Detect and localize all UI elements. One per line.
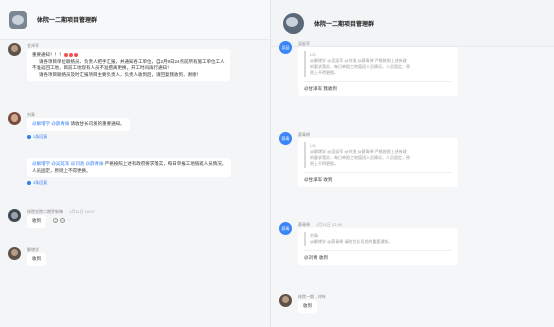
avatar[interactable] xyxy=(8,112,21,125)
notice-title: 重要通知 xyxy=(32,52,50,57)
message: 刘青 @解增学 @薛青倬 请收甘长司发的重要通知。 1条回复 xyxy=(8,112,260,140)
reply-card[interactable]: LG: @解增学 @吴延军 @刘池 @薛青倬 严格按照上述有政 府要求落实，每日… xyxy=(298,47,458,96)
message-bubble[interactable]: 重要通知！！！ 请各项目单位联络员、负责人把手汇报，并通知各工单位，自2月9日2… xyxy=(27,49,230,81)
mention[interactable]: @解增学 @薛青倬 xyxy=(32,121,69,126)
notice-line: 请各项目联络员及时汇报项目主要负责人，负责人收到后，请回复我收到，谢谢！ xyxy=(39,71,201,77)
message-bubble[interactable]: @解增学 @吴延军 @刘池 @薛青倬 严格按照上述有政府要求落实，每日单报工地值… xyxy=(27,158,232,177)
avatar[interactable] xyxy=(8,209,21,222)
reply-count-label: 3条回复 xyxy=(33,180,48,185)
chat-header: 群 体院一二期项目管理群 xyxy=(271,0,554,47)
chat-title: 体院一二期项目管理群 xyxy=(314,21,375,28)
emoji-react-icon[interactable]: ☺ xyxy=(53,218,59,224)
forward-icon[interactable]: + xyxy=(60,218,66,224)
message-text: 收到 xyxy=(32,256,41,261)
alarm-emoji-icon xyxy=(68,52,73,57)
left-chat-panel: 体院一二期项目管理群 甘泽军 重要通知！！！ 请各项目单位联络员、负责人把手汇报… xyxy=(0,0,271,327)
reply-count[interactable]: 1条回复 xyxy=(27,134,260,140)
timestamp: 1月31日 12:48 xyxy=(316,222,342,227)
quote-mentions: @解增学 @吴延军 @刘池 @薛青倬 xyxy=(310,149,374,154)
chat-title: 体院一二期项目管理群 xyxy=(37,18,98,24)
sender-name: 体院光院二期罗新锋 1月31日 10:07 xyxy=(27,209,260,215)
avatar[interactable]: 吴延 xyxy=(279,41,292,54)
message-bubble[interactable]: 收到 xyxy=(27,215,46,228)
group-avatar[interactable]: 群 xyxy=(283,12,304,34)
sender-label: 薛青倬 xyxy=(298,222,310,227)
reply-card[interactable]: LG: @解增学 @吴延军 @刘池 @薛青倬 严格按照上述有政 府要求落实，每日… xyxy=(298,138,458,187)
reply-count-label: 1条回复 xyxy=(33,133,48,139)
message-text: 收到 xyxy=(32,218,41,223)
group-avatar[interactable] xyxy=(9,10,27,29)
sender-label: 体院光院二期罗新锋 xyxy=(27,209,63,214)
quote-text: 请收甘长司发的重要通知。 xyxy=(344,239,393,244)
avatar[interactable]: 薛青 xyxy=(279,132,292,145)
message-actions: ☺ + ··· xyxy=(51,218,70,224)
message-text: 严格按照上述有政府要求落实，每日单报工地值班人员情况， xyxy=(104,161,227,166)
message-text: 请收甘长司发的重要通知。 xyxy=(70,121,125,126)
quoted-message[interactable]: LG: @解增学 @吴延军 @刘池 @薛青倬 严格按照上述有政 府要求落实，每日… xyxy=(304,51,452,77)
message-bubble[interactable]: @解增学 @薛青倬 请收甘长司发的重要通知。 xyxy=(27,118,130,131)
message: 甘泽军 重要通知！！！ 请各项目单位联络员、负责人把手汇报，并通知各工单位，自2… xyxy=(8,43,260,81)
mention[interactable]: @解增学 @吴延军 @刘池 @薛青倬 xyxy=(32,161,104,166)
alarm-emoji-icon xyxy=(73,52,78,57)
timestamp: 1月31日 10:07 xyxy=(69,209,95,214)
quote-text: 严格按照上述有政 xyxy=(374,149,407,154)
message: 体院光院二期罗新锋 1月31日 10:07 收到 ☺ + ··· xyxy=(8,209,260,228)
notice-marks: ！！！ xyxy=(50,52,64,57)
sender-name: 解增学 xyxy=(27,247,39,252)
reply-dot-icon xyxy=(27,181,31,185)
reply-card[interactable]: 刘青: @解增学 @薛青倬 请收甘长司发的重要通知。 @刘青 收到 xyxy=(298,228,458,265)
message-bubble[interactable]: 收到 xyxy=(298,300,317,313)
chat-header: 体院一二期项目管理群 xyxy=(0,0,270,40)
reply-text: @甘泽军 收到 xyxy=(304,172,452,183)
group-badge: 群 xyxy=(299,29,304,34)
message-text: 人员固定，原则上不得更换。 xyxy=(32,167,91,173)
quote-mentions: @解增学 @吴延军 @刘池 @薛青倬 xyxy=(310,58,374,63)
message-text: 收到 xyxy=(303,303,312,308)
more-icon[interactable]: ··· xyxy=(67,218,70,223)
quote-text: 则上不得更换。 xyxy=(310,70,338,75)
quote-mentions: @解增学 @薛青倬 xyxy=(310,239,344,244)
message: 吴延 吴延军 LG: @解增学 @吴延军 @刘池 @薛青倬 严格按照上述有政 府… xyxy=(279,41,544,96)
quoted-message[interactable]: LG: @解增学 @吴延军 @刘池 @薛青倬 严格按照上述有政 府要求落实，每日… xyxy=(304,142,452,168)
message: 薛青 薛青倬 LG: @解增学 @吴延军 @刘池 @薛青倬 严格按照上述有政 府… xyxy=(279,132,544,187)
message: 薛青 薛青倬 1月31日 12:48 刘青: @解增学 @薛青倬 请收甘长司发的重… xyxy=(279,222,544,265)
right-chat-panel: 群 体院一二期项目管理群 吴延 吴延军 LG: @解增学 @吴延军 @刘池 @薛… xyxy=(271,0,554,327)
message: @解增学 @吴延军 @刘池 @薛青倬 严格按照上述有政府要求落实，每日单报工地值… xyxy=(8,158,260,186)
avatar[interactable] xyxy=(279,294,292,307)
reply-text: @甘泽军 我收到 xyxy=(304,81,452,92)
sender-name: 体院一期 - 刘炜 xyxy=(298,294,326,299)
quoted-message[interactable]: 刘青: @解增学 @薛青倬 请收甘长司发的重要通知。 xyxy=(304,232,452,246)
quote-text: 严格按照上述有政 xyxy=(374,58,407,63)
reply-text: @刘青 收到 xyxy=(304,250,452,261)
avatar[interactable] xyxy=(8,43,21,56)
reply-dot-icon xyxy=(27,134,31,139)
quote-text: 则上不得更换。 xyxy=(310,161,338,166)
message: 解增学 收到 xyxy=(8,247,260,266)
avatar[interactable] xyxy=(8,247,21,260)
alarm-emoji-icon xyxy=(63,52,68,57)
message-bubble[interactable]: 收到 xyxy=(27,253,46,266)
avatar[interactable]: 薛青 xyxy=(279,222,292,235)
message: 体院一期 - 刘炜 收到 xyxy=(279,294,544,313)
reply-count[interactable]: 3条回复 xyxy=(27,180,260,186)
